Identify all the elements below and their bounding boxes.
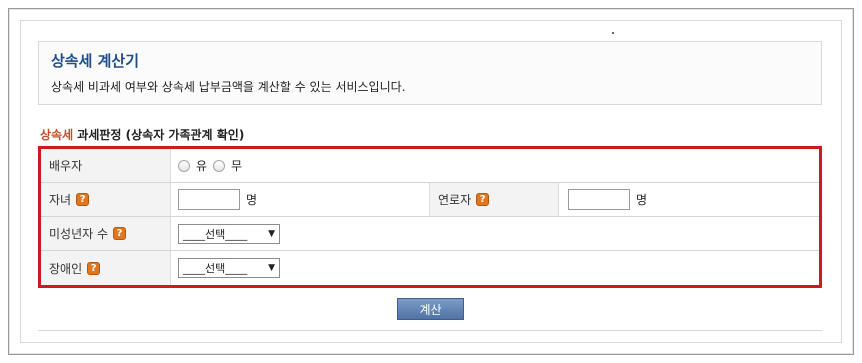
minors-label: 미성년자 수 xyxy=(49,227,109,241)
disabled-help-icon[interactable]: ? xyxy=(87,261,101,275)
minors-row: 미성년자 수 ? ____선택____ ▼ xyxy=(41,217,819,251)
section-title-rest: 과세판정 (상속자 가족관계 확인) xyxy=(73,128,245,142)
elderly-label: 연로자 xyxy=(438,193,472,207)
disabled-select[interactable]: ____선택____ ▼ xyxy=(178,258,280,278)
minors-help-icon[interactable]: ? xyxy=(113,227,127,240)
calculate-button[interactable]: 계산 xyxy=(397,298,464,320)
elderly-help-icon[interactable]: ? xyxy=(476,193,490,206)
section-title: 상속세 과세판정 (상속자 가족관계 확인) xyxy=(40,126,244,143)
children-help-icon[interactable]: ? xyxy=(76,193,90,206)
spouse-options: 유 무 xyxy=(178,149,242,182)
disabled-label-cell: 장애인 ? xyxy=(41,251,171,285)
children-unit: 명 xyxy=(246,193,258,207)
spouse-row: 배우자 유 무 xyxy=(41,149,819,183)
spouse-no-label[interactable]: 무 xyxy=(231,157,242,174)
decorative-dot xyxy=(612,32,614,34)
disabled-label: 장애인 xyxy=(49,261,83,276)
chevron-down-icon: ▼ xyxy=(268,228,275,239)
disabled-value-cell: ____선택____ ▼ xyxy=(178,251,280,285)
minors-value-cell: ____선택____ ▼ xyxy=(178,217,280,250)
page-description: 상속세 비과세 여부와 상속세 납부금액을 계산할 수 있는 서비스입니다. xyxy=(51,80,406,94)
bottom-divider xyxy=(38,330,822,331)
children-label-cell: 자녀 ? xyxy=(41,183,171,216)
minors-select[interactable]: ____선택____ ▼ xyxy=(178,223,280,244)
family-relation-form: 배우자 유 무 자녀 ? 명 연로자 ? 명 미성년자 수 ? ____선택__… xyxy=(38,146,822,288)
elderly-unit: 명 xyxy=(636,193,648,207)
section-title-accent: 상속세 xyxy=(40,128,74,142)
page-title: 상속세 계산기 xyxy=(51,52,140,70)
spouse-no-radio[interactable] xyxy=(213,159,226,172)
disabled-row: 장애인 ? ____선택____ ▼ xyxy=(41,251,819,285)
spouse-yes-label[interactable]: 유 xyxy=(196,157,207,174)
spouse-label: 배우자 xyxy=(49,159,83,173)
calculator-header: 상속세 계산기 상속세 비과세 여부와 상속세 납부금액을 계산할 수 있는 서… xyxy=(38,41,822,105)
elderly-value-cell: 명 xyxy=(568,183,647,216)
disabled-select-value: ____선택____ xyxy=(183,262,248,275)
minors-label-cell: 미성년자 수 ? xyxy=(41,217,171,250)
spouse-label-cell: 배우자 xyxy=(41,149,171,182)
children-count-input[interactable] xyxy=(178,189,240,210)
elderly-label-cell: 연로자 ? xyxy=(429,183,559,216)
children-row: 자녀 ? 명 연로자 ? 명 xyxy=(41,183,819,217)
spouse-yes-radio[interactable] xyxy=(178,159,190,172)
chevron-down-icon: ▼ xyxy=(268,263,275,273)
elderly-count-input[interactable] xyxy=(568,189,630,210)
minors-select-value: ____선택____ xyxy=(183,227,248,241)
children-value-cell: 명 xyxy=(178,183,257,216)
children-label: 자녀 xyxy=(49,193,72,207)
